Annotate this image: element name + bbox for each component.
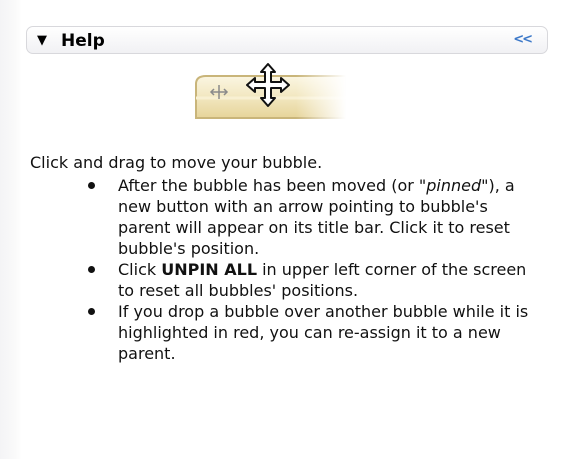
bullet3-text: If you drop a bubble over another bubble… [118, 302, 529, 363]
bullet-dot [88, 266, 95, 273]
bullet1-emphasis: "pinned" [418, 176, 489, 195]
intro-text: Click and drag to move your bubble. [30, 153, 323, 172]
bullet-dot [88, 308, 95, 315]
bubble-titlebar-image [195, 63, 346, 120]
list-item: Click UNPIN ALL in upper left corner of … [88, 259, 538, 301]
collapse-triangle-icon[interactable]: ▼ [37, 33, 47, 49]
help-content: Click and drag to move your bubble. Afte… [30, 152, 550, 364]
bullet2-text-a: Click [118, 260, 162, 279]
double-chevron-left-icon[interactable]: << [513, 32, 533, 48]
left-edge-strip [0, 0, 22, 459]
bubble-titlebar-illustration [176, 50, 346, 128]
help-screenshot: ▼ Help << Click and drag to move your bu… [0, 0, 562, 459]
help-bullets: After the bubble has been moved (or "pin… [30, 175, 538, 364]
bullet1-text-a: After the bubble has been moved (or [118, 176, 419, 195]
list-item: After the bubble has been moved (or "pin… [88, 175, 538, 259]
unpin-all-label: UNPIN ALL [161, 260, 258, 279]
list-item: If you drop a bubble over another bubble… [88, 301, 538, 364]
panel-title: Help [61, 31, 105, 51]
bullet-dot [88, 182, 95, 189]
